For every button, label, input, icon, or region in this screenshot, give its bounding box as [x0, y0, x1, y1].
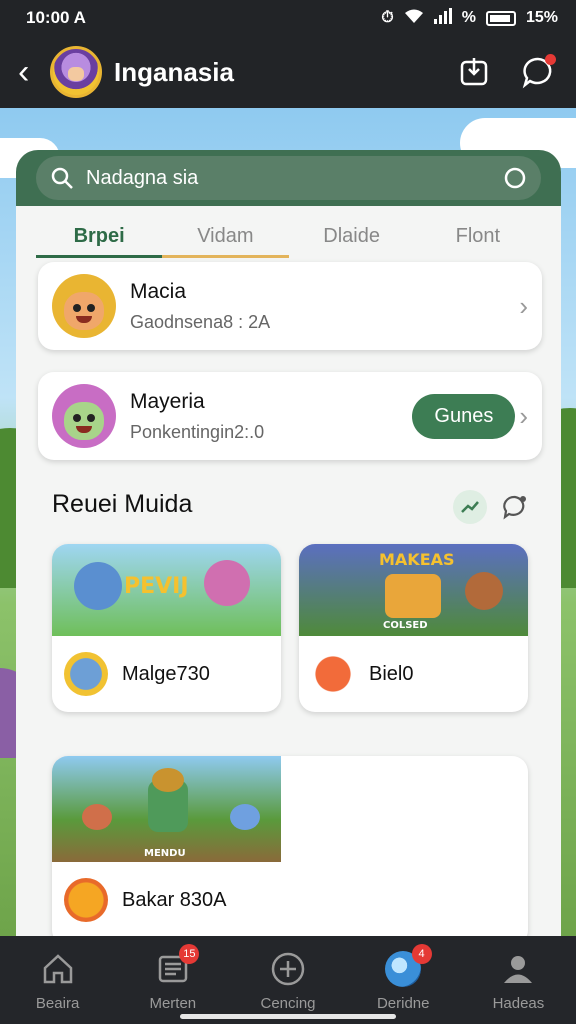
avatar[interactable] — [50, 46, 102, 98]
game-card[interactable]: PEVIJ Malge730 — [52, 544, 281, 712]
game-banner-title: PEVIJ — [124, 574, 189, 599]
nav-label: Merten — [149, 994, 197, 1012]
wifi-icon — [404, 8, 424, 29]
battery-text: 15% — [525, 9, 558, 26]
notification-dot — [545, 54, 556, 65]
app-header: ‹ Inganasia — [0, 36, 576, 108]
notification-badge: 15 — [179, 944, 200, 964]
friend-card-mayeria[interactable]: Mayeria Ponkentingin2:.0 Gunes › — [38, 372, 542, 460]
game-icon — [64, 878, 108, 922]
battery-icon — [485, 10, 516, 26]
game-banner-image: PEVIJ — [52, 544, 281, 636]
tab-flont[interactable]: Flont — [415, 206, 541, 266]
status-time: 10:00 A — [26, 8, 86, 27]
nav-item-hadeas[interactable]: Hadeas — [461, 936, 576, 1024]
signal-icon — [433, 7, 452, 29]
share-button[interactable] — [454, 52, 494, 92]
game-banner-caption: COLSED — [383, 620, 428, 631]
back-arrow-icon[interactable]: ‹ — [18, 55, 46, 89]
friend-avatar — [52, 384, 116, 448]
nav-item-deridne[interactable]: 4 Deridne — [346, 936, 461, 1024]
game-banner-image: MAKEAS COLSED — [299, 544, 528, 636]
trending-button[interactable] — [453, 490, 487, 524]
status-icons: ⏱ % 15% — [381, 7, 558, 29]
nav-item-merten[interactable]: 15 Merten — [115, 936, 230, 1024]
tab-vidam[interactable]: Vidam — [162, 206, 289, 266]
trending-icon — [461, 501, 479, 513]
home-indicator[interactable] — [180, 1014, 396, 1019]
bottom-navigation: Beaira 15 Merten Cencing 4 Deridne Hadea… — [0, 936, 576, 1024]
voice-search-icon[interactable] — [503, 166, 527, 190]
game-label: Biel0 — [369, 662, 414, 685]
notification-badge: 4 — [411, 944, 432, 964]
game-card[interactable]: MAKEAS COLSED Biel0 — [299, 544, 528, 712]
friend-subtitle: Ponkentingin2:.0 — [130, 421, 265, 442]
game-icon — [311, 652, 355, 696]
home-icon — [43, 953, 72, 983]
nav-label: Cencing — [260, 994, 316, 1012]
percent-symbol: % — [461, 9, 476, 26]
nav-item-cencing[interactable]: Cencing — [230, 936, 345, 1024]
tab-brpei[interactable]: Brpei — [36, 206, 163, 266]
game-icon — [64, 652, 108, 696]
edit-button[interactable] — [498, 490, 532, 524]
nav-label: Beaira — [35, 994, 80, 1012]
tab-underline-active — [36, 255, 163, 258]
nav-item-beaira[interactable]: Beaira — [0, 936, 115, 1024]
games-button[interactable]: Gunes — [412, 393, 516, 439]
status-bar: 10:00 A ⏱ % 15% — [0, 0, 576, 36]
tab-underline — [162, 255, 289, 258]
tab-label: Dlaide — [323, 224, 380, 247]
chat-edit-icon — [503, 495, 526, 520]
game-label: Bakar 830A — [122, 888, 227, 911]
game-banner-caption: MENDU — [144, 848, 186, 859]
friend-card-macia[interactable]: Macia Gaodnsena8 : 2A › — [38, 262, 542, 350]
main-panel: Nadagna sia Brpei Vidam Dlaide Flont Mac… — [16, 150, 561, 940]
search-input[interactable]: Nadagna sia — [36, 156, 541, 200]
friend-subtitle: Gaodnsena8 : 2A — [130, 311, 271, 332]
nav-label: Deridne — [376, 994, 430, 1012]
tab-label: Flont — [455, 224, 501, 247]
profile-icon — [504, 955, 533, 983]
game-label: Malge730 — [122, 662, 210, 685]
chevron-right-icon: › — [519, 400, 528, 431]
share-icon — [460, 58, 488, 86]
friend-avatar — [52, 274, 116, 338]
nav-label: Hadeas — [492, 994, 545, 1012]
game-banner-title: MAKEAS — [379, 550, 455, 569]
search-bar-container: Nadagna sia — [16, 150, 561, 206]
chat-button[interactable] — [518, 52, 558, 92]
page-title: Inganasia — [114, 56, 234, 87]
friend-name: Macia — [130, 279, 187, 303]
game-card[interactable]: MENDU Bakar 830A — [52, 756, 528, 940]
tab-label: Brpei — [73, 224, 125, 247]
chevron-right-icon: › — [519, 290, 528, 321]
search-value: Nadagna sia — [86, 166, 199, 189]
add-circle-icon — [271, 952, 305, 985]
tab-bar: Brpei Vidam Dlaide Flont — [16, 206, 561, 266]
alarm-icon: ⏱ — [381, 9, 394, 26]
search-icon — [51, 167, 73, 189]
friend-name: Mayeria — [130, 389, 205, 413]
tab-label: Vidam — [197, 224, 254, 247]
game-banner-image: MENDU — [52, 756, 281, 862]
tab-dlaide[interactable]: Dlaide — [289, 206, 415, 266]
section-title: Reuei Muida — [52, 490, 193, 518]
